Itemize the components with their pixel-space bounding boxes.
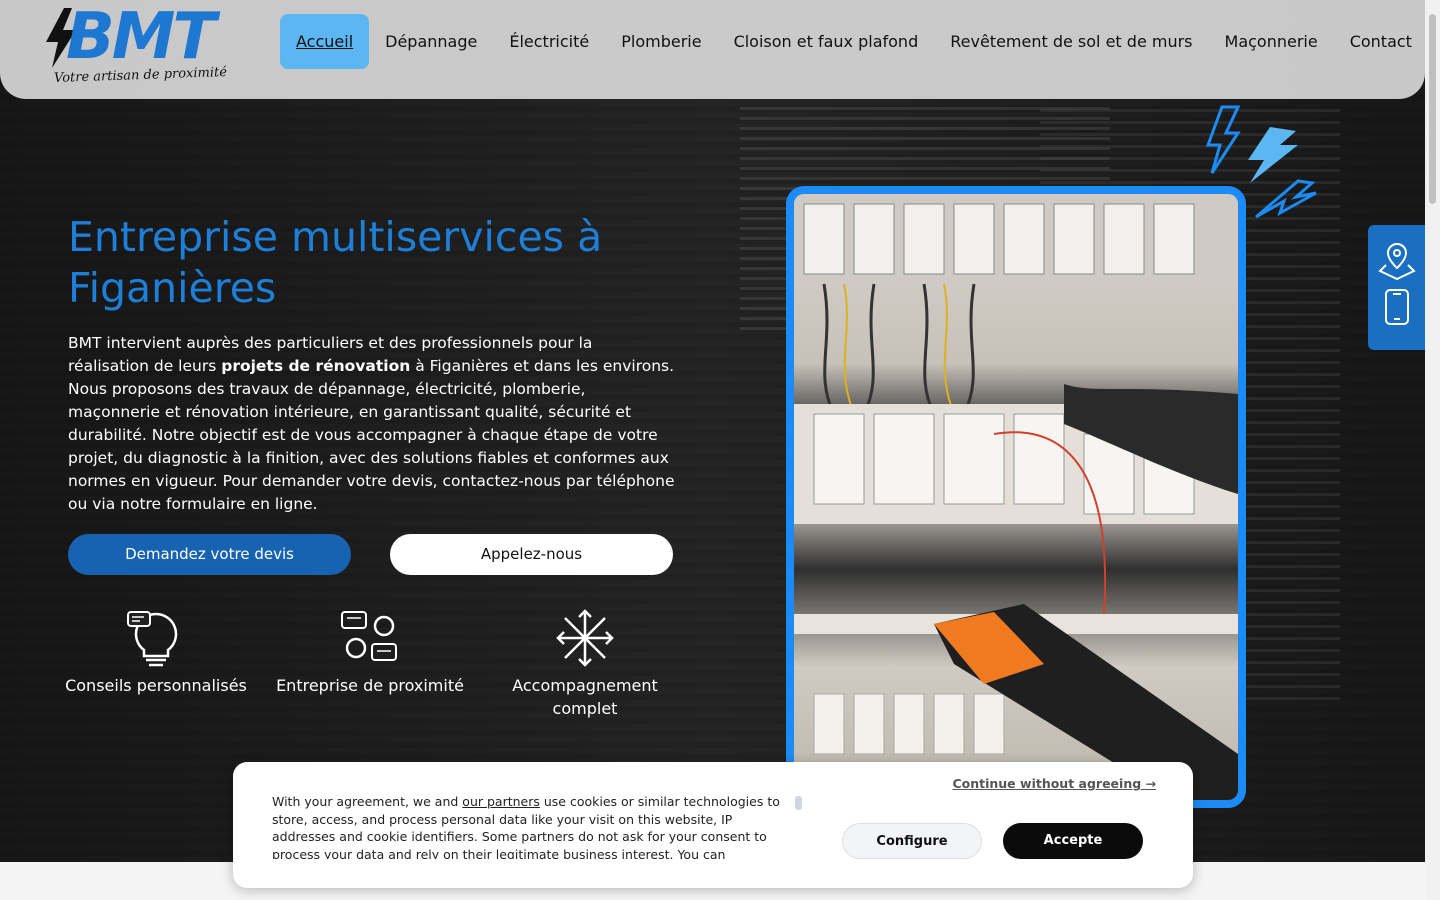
partners-link[interactable]: our partners [462, 794, 540, 809]
desc-text-2: à Figanières et dans les environs. Nous … [68, 357, 675, 513]
nav-cloison[interactable]: Cloison et faux plafond [718, 14, 935, 69]
phone-icon[interactable] [1384, 289, 1410, 325]
main-nav: Accueil Dépannage Électricité Plomberie … [280, 14, 1428, 69]
cookie-text-scrollbar[interactable] [795, 796, 802, 810]
desc-bold: projets de rénovation [221, 357, 411, 375]
continue-without-agreeing-link[interactable]: Continue without agreeing → [952, 776, 1156, 791]
quote-button[interactable]: Demandez votre devis [68, 534, 351, 575]
floating-contact-bar [1368, 225, 1425, 350]
lightbulb-chat-icon [127, 611, 178, 667]
logo[interactable]: BMT Votre artisan de proximité [44, 0, 227, 96]
feature-label: Entreprise de proximité [276, 676, 464, 695]
nav-electricite[interactable]: Électricité [493, 14, 605, 69]
configure-button[interactable]: Configure [842, 823, 982, 859]
panel-illustration [794, 194, 1238, 800]
electrician-photo [786, 186, 1246, 808]
feature-conseils: Conseils personnalisés [61, 608, 251, 697]
site-header: BMT Votre artisan de proximité Accueil D… [0, 0, 1425, 99]
feature-label: Accompagnement complet [512, 676, 658, 718]
call-button[interactable]: Appelez-nous [390, 534, 673, 575]
scrollbar-thumb[interactable] [1429, 14, 1436, 204]
people-chat-icon [341, 611, 397, 661]
arrows-expand-icon [556, 609, 614, 667]
feature-label: Conseils personnalisés [65, 676, 247, 695]
nav-depannage[interactable]: Dépannage [369, 14, 493, 69]
page-scrollbar[interactable] [1425, 0, 1440, 900]
nav-contact[interactable]: Contact [1334, 14, 1428, 69]
feature-proximite: Entreprise de proximité [275, 608, 465, 697]
page-title: Entreprise multiservices à Figanières [68, 213, 603, 312]
hero-description: BMT intervient auprès des particuliers e… [68, 332, 676, 516]
map-pin-icon[interactable] [1378, 241, 1416, 281]
nav-revetement[interactable]: Revêtement de sol et de murs [934, 14, 1208, 69]
nav-maconnerie[interactable]: Maçonnerie [1209, 14, 1334, 69]
nav-plomberie[interactable]: Plomberie [605, 14, 717, 69]
feature-accompagnement: Accompagnement complet [490, 608, 680, 720]
cookie-banner: With your agreement, we and our partners… [233, 762, 1193, 888]
cookie-text-1: With your agreement, we and [272, 794, 463, 809]
cookie-text: With your agreement, we and our partners… [272, 793, 792, 859]
accept-button[interactable]: Accepte [1003, 823, 1143, 859]
nav-accueil[interactable]: Accueil [280, 14, 370, 69]
electrical-panel-image [794, 194, 1238, 800]
logo-text: BMT [66, 0, 216, 74]
